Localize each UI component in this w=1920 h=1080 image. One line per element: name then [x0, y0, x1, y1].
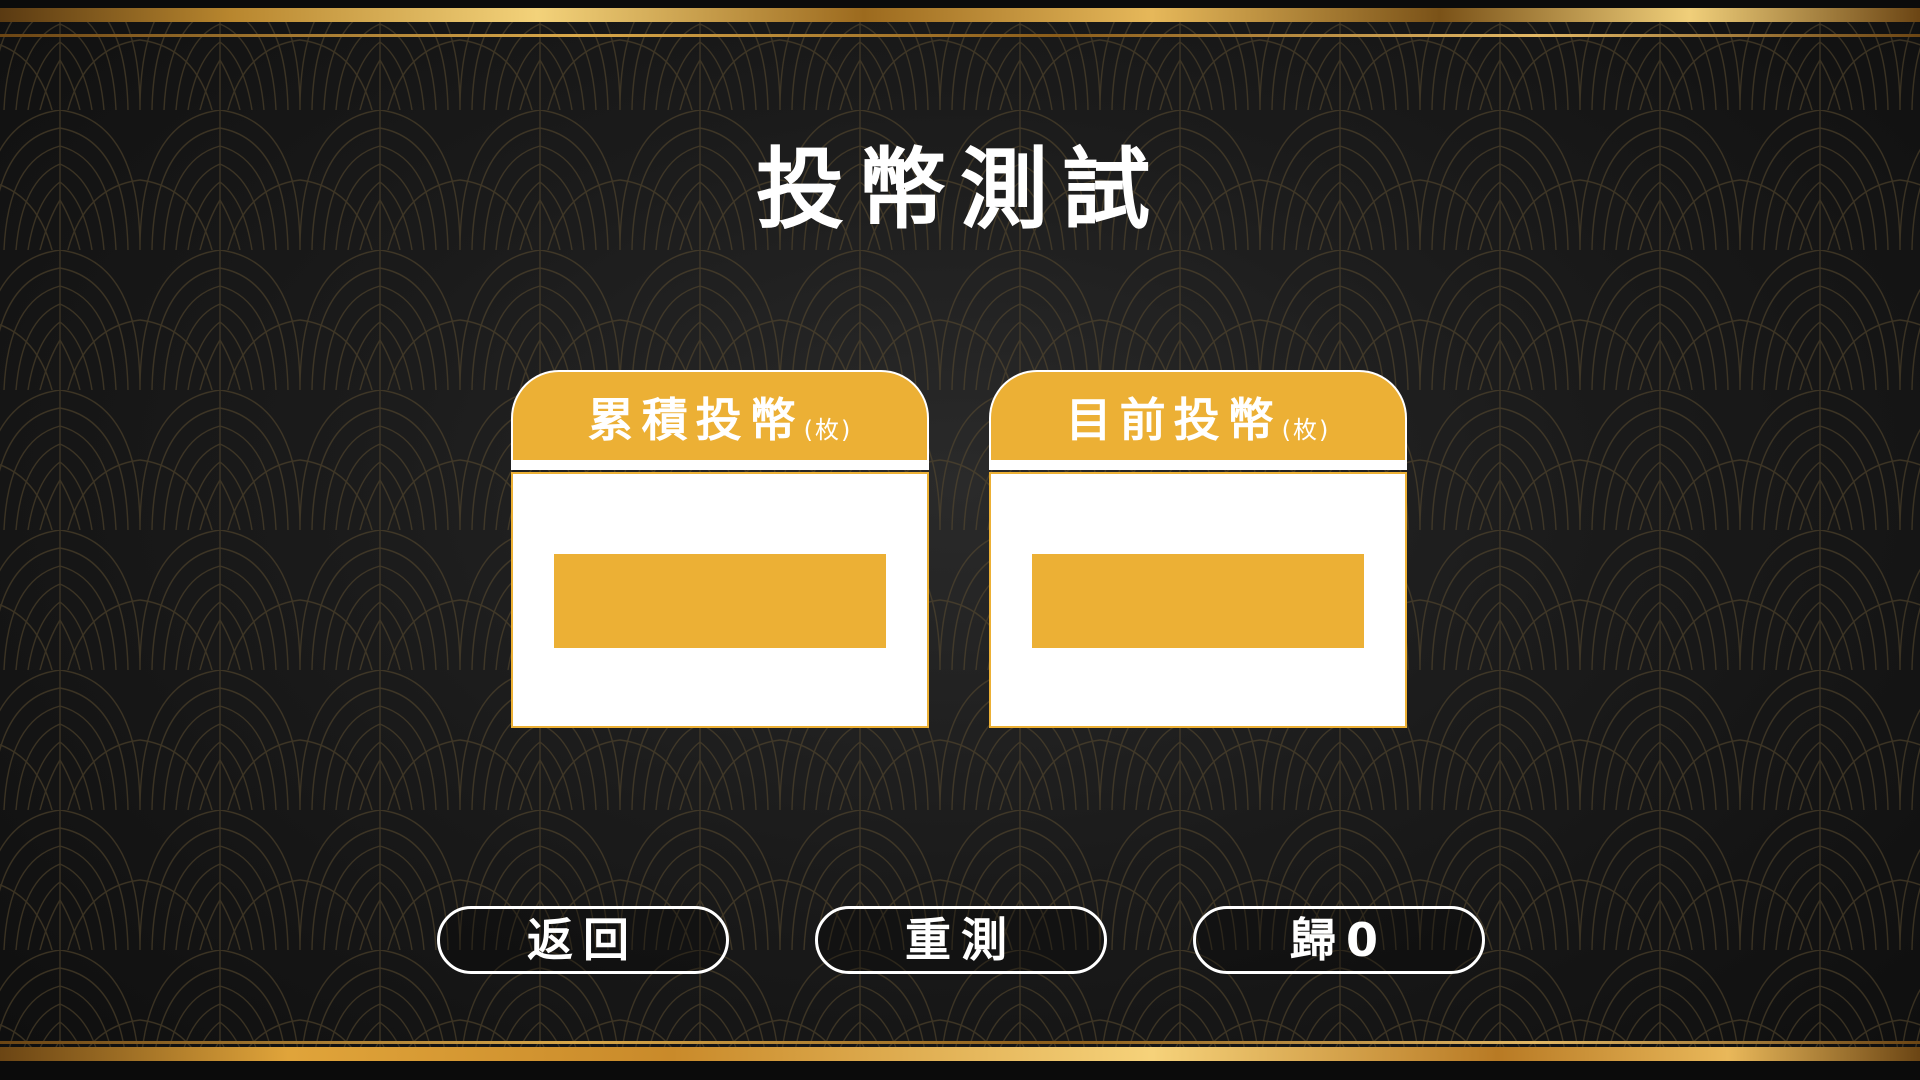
total-coins-header: 累積投幣(枚) [511, 370, 929, 460]
top-dark-strip [0, 0, 1920, 8]
total-coins-label: 累積投幣 [587, 393, 804, 447]
reset-to-zero-button[interactable]: 歸0 [1193, 906, 1485, 974]
current-coins-header: 目前投幣(枚) [989, 370, 1407, 460]
back-button[interactable]: 返回 [437, 906, 729, 974]
current-coins-divider [989, 460, 1407, 470]
top-gold-thin-line [0, 34, 1920, 37]
page-title: 投幣測試 [755, 138, 1164, 241]
current-coins-value [1032, 554, 1364, 648]
total-coins-unit: (枚) [803, 416, 853, 444]
current-coins-body [989, 472, 1407, 728]
top-gold-border [0, 8, 1920, 22]
total-coins-divider [511, 460, 929, 470]
retest-button[interactable]: 重測 [815, 906, 1107, 974]
current-coins-panel: 目前投幣(枚) [989, 370, 1407, 728]
bottom-gold-border [0, 1047, 1920, 1061]
total-coins-value [554, 554, 886, 648]
total-coins-panel: 累積投幣(枚) [511, 370, 929, 728]
coin-test-screen: 投幣測試 累積投幣(枚) 目前投幣(枚) 返回 重測 歸0 [0, 0, 1920, 1080]
total-coins-body [511, 472, 929, 728]
current-coins-unit: (枚) [1281, 416, 1331, 444]
bottom-gold-thin-line [0, 1041, 1920, 1044]
current-coins-label: 目前投幣 [1065, 393, 1282, 447]
bottom-dark-strip [0, 1061, 1920, 1080]
